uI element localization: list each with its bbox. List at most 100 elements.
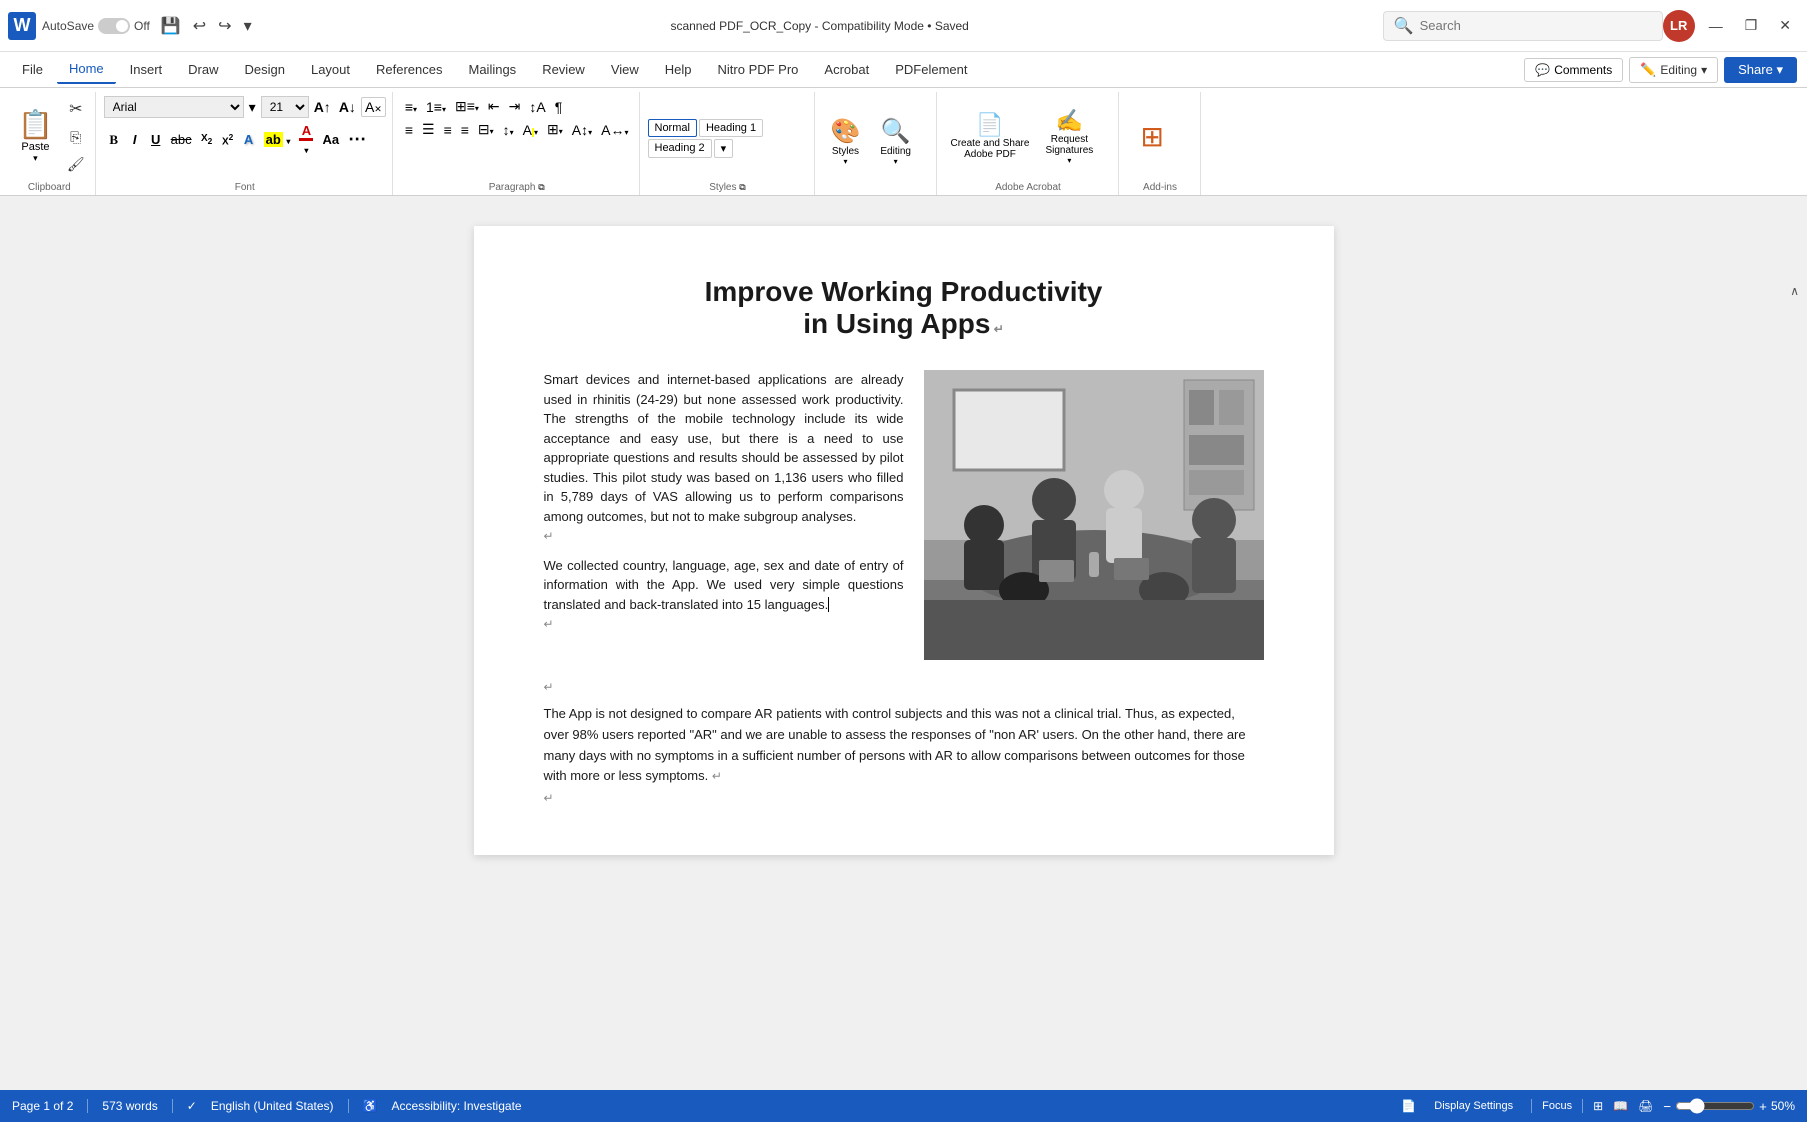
title-return-icon: ↵ — [990, 322, 1003, 336]
collapse-ribbon-button[interactable]: ∧ — [1790, 284, 1799, 298]
strikethrough-button[interactable]: abc — [167, 131, 196, 148]
asian-layout-button[interactable]: A↔▾ — [597, 119, 632, 140]
zoom-slider[interactable] — [1675, 1098, 1755, 1114]
search-icon: 🔍 — [1394, 16, 1414, 36]
create-share-label: Create and ShareAdobe PDF — [951, 138, 1030, 160]
decrease-font-size-button[interactable]: A↓ — [336, 98, 359, 116]
display-settings-button[interactable]: Display Settings — [1426, 1096, 1521, 1116]
text-effects-button[interactable]: A — [239, 131, 259, 148]
columns-button[interactable]: ⊟▾ — [474, 119, 498, 140]
change-case-button[interactable]: Aa — [318, 131, 343, 148]
styles-dialog-launcher[interactable]: ⧉ — [739, 182, 745, 193]
tab-home[interactable]: Home — [57, 55, 116, 84]
paragraph-dialog-launcher[interactable]: ⧉ — [538, 182, 544, 193]
tab-review[interactable]: Review — [530, 56, 597, 83]
cut-icon: ✂ — [69, 99, 82, 119]
search-input[interactable] — [1420, 18, 1640, 33]
zoom-out-button[interactable]: − — [1663, 1099, 1671, 1114]
tab-references[interactable]: References — [364, 56, 454, 83]
editing-mode-button[interactable]: ✏️ Editing ▾ — [1629, 57, 1718, 83]
underline-button[interactable]: U — [146, 131, 166, 148]
paste-button[interactable]: 📋 Paste ▾ — [10, 105, 61, 167]
highlight-color-button[interactable]: ab ▾ — [260, 131, 295, 148]
redo-button[interactable]: ↪ — [213, 13, 236, 39]
numbering-button[interactable]: 1≡▾ — [422, 96, 450, 117]
font-family-select[interactable]: Arial — [104, 96, 244, 118]
bullets-button[interactable]: ≡▾ — [401, 96, 421, 117]
style-normal[interactable]: Normal — [648, 119, 697, 137]
borders-button[interactable]: ⊞▾ — [543, 119, 567, 140]
meeting-image — [924, 370, 1264, 660]
paste-icon: 📋 — [18, 108, 53, 141]
bold-button[interactable]: B — [104, 131, 124, 149]
style-heading1[interactable]: Heading 1 — [699, 119, 763, 137]
create-share-pdf-button[interactable]: 📄 Create and ShareAdobe PDF — [945, 110, 1036, 162]
increase-indent-button[interactable]: ⇥ — [505, 96, 525, 117]
close-button[interactable]: ✕ — [1771, 13, 1799, 38]
paragraph-3: The App is not designed to compare AR pa… — [544, 704, 1264, 787]
search-box[interactable]: 🔍 — [1383, 11, 1663, 41]
font-expand-icon[interactable]: ▾ — [246, 98, 259, 117]
style-heading2[interactable]: Heading 2 — [648, 139, 712, 158]
tab-insert[interactable]: Insert — [118, 56, 175, 83]
paragraph-1: Smart devices and internet-based applica… — [544, 370, 904, 526]
subscript-button[interactable]: X2 — [197, 132, 217, 147]
align-left-button[interactable]: ≡ — [401, 119, 417, 140]
align-center-button[interactable]: ☰ — [418, 119, 439, 140]
more-font-options-icon[interactable]: ⋯ — [344, 128, 370, 151]
superscript-button[interactable]: X2 — [218, 131, 238, 148]
zoom-in-button[interactable]: + — [1759, 1099, 1767, 1114]
decrease-indent-button[interactable]: ⇤ — [484, 96, 504, 117]
tab-file[interactable]: File — [10, 56, 55, 83]
content-area: Smart devices and internet-based applica… — [544, 370, 1264, 660]
end-return: ↵ — [544, 791, 1264, 805]
line-spacing-button[interactable]: ↕▾ — [499, 119, 518, 140]
para2-return: ↵ — [544, 617, 554, 631]
bullet-sep: • — [927, 19, 935, 33]
multilevel-list-button[interactable]: ⊞≡▾ — [451, 96, 483, 117]
font-color-button[interactable]: A ▾ — [295, 122, 317, 157]
sort-button[interactable]: ↕A — [525, 96, 549, 117]
customize-toolbar-button[interactable]: ▾ — [239, 13, 257, 39]
align-right-button[interactable]: ≡ — [440, 119, 456, 140]
tab-help[interactable]: Help — [653, 56, 704, 83]
increase-font-size-button[interactable]: A↑ — [311, 98, 334, 116]
styles-icon-button[interactable]: 🎨 Styles ▾ — [823, 114, 869, 169]
save-button[interactable]: 💾 — [156, 13, 186, 39]
save-status: Saved — [935, 19, 969, 33]
tab-mailings[interactable]: Mailings — [457, 56, 529, 83]
autosave-toggle[interactable] — [98, 18, 130, 34]
tab-nitro[interactable]: Nitro PDF Pro — [706, 56, 811, 83]
share-button[interactable]: Share ▾ — [1724, 57, 1797, 83]
tab-draw[interactable]: Draw — [176, 56, 230, 83]
tab-acrobat[interactable]: Acrobat — [812, 56, 881, 83]
font-size-select[interactable]: 21 — [261, 96, 309, 118]
addins-button[interactable]: ⊞ — [1137, 117, 1168, 156]
tab-pdfelement[interactable]: PDFelement — [883, 56, 979, 83]
toggle-state: Off — [134, 19, 150, 33]
copy-button[interactable]: ⎘ — [63, 126, 89, 149]
request-signatures-button[interactable]: ✍ RequestSignatures ▾ — [1039, 106, 1099, 167]
shading-button[interactable]: A▾ — [519, 119, 542, 140]
style-more[interactable]: ▾ — [714, 139, 734, 158]
comments-label: Comments — [1554, 63, 1612, 77]
comments-button[interactable]: 💬 Comments — [1524, 58, 1623, 82]
cut-button[interactable]: ✂ — [63, 96, 89, 122]
justify-button[interactable]: ≡ — [457, 119, 473, 140]
show-formatting-button[interactable]: ¶ — [551, 96, 567, 117]
italic-button[interactable]: I — [125, 131, 145, 148]
editing-icon-button[interactable]: 🔍 Editing ▾ — [872, 114, 919, 169]
restore-button[interactable]: ❐ — [1737, 13, 1766, 38]
tab-layout[interactable]: Layout — [299, 56, 362, 83]
tab-design[interactable]: Design — [233, 56, 297, 83]
tab-view[interactable]: View — [599, 56, 651, 83]
meeting-scene-svg — [924, 370, 1264, 660]
focus-button[interactable]: Focus — [1542, 1100, 1572, 1112]
autosave-area: AutoSave Off — [42, 18, 150, 34]
text-direction-button[interactable]: A↕▾ — [568, 119, 596, 140]
format-painter-button[interactable]: 🖌 — [63, 153, 89, 176]
undo-button[interactable]: ↩ — [188, 13, 211, 39]
ribbon-group-font: Arial ▾ 21 A↑ A↓ A✕ B I U abc X2 X2 A ab — [98, 92, 393, 195]
clear-formatting-button[interactable]: A✕ — [361, 97, 386, 117]
minimize-button[interactable]: — — [1701, 14, 1731, 38]
